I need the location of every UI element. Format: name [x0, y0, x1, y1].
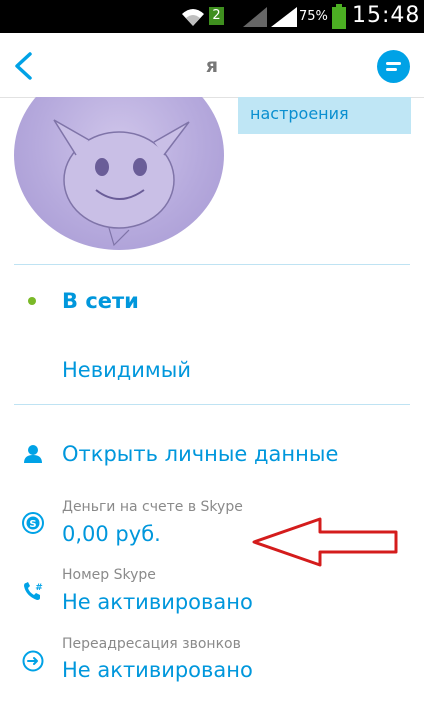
- clock: 15:48: [352, 3, 421, 28]
- divider: [14, 264, 410, 265]
- call-forwarding-icon: [22, 650, 44, 672]
- divider: [14, 404, 410, 405]
- credit-value[interactable]: 0,00 руб.: [62, 522, 161, 546]
- menu-button[interactable]: [377, 50, 410, 83]
- online-status-dot: [28, 297, 36, 305]
- battery-icon: [332, 4, 346, 29]
- battery-percent: 75%: [299, 9, 328, 24]
- person-icon: [24, 445, 42, 463]
- red-arrow-annotation: [252, 517, 398, 567]
- skype-credit-icon: S: [22, 512, 44, 534]
- svg-text:#: #: [35, 583, 43, 593]
- call-forwarding-value[interactable]: Не активировано: [62, 658, 253, 682]
- mood-text: настроения: [250, 104, 349, 123]
- signal-icon: [243, 7, 267, 27]
- status-bar: 2 75% 15:48: [0, 0, 424, 33]
- status-online-option[interactable]: В сети: [62, 289, 139, 313]
- mood-message[interactable]: настроения: [238, 97, 411, 134]
- svg-text:S: S: [29, 519, 36, 530]
- skype-number-label: Номер Skype: [62, 567, 156, 583]
- signal-strength-icon: [271, 7, 297, 27]
- status-invisible-option[interactable]: Невидимый: [62, 358, 191, 382]
- open-personal-data-link[interactable]: Открыть личные данные: [62, 442, 338, 466]
- credit-label: Деньги на счете в Skype: [62, 499, 243, 515]
- skype-number-value[interactable]: Не активировано: [62, 590, 253, 614]
- skype-number-icon: #: [24, 582, 43, 600]
- menu-icon-line: [386, 68, 397, 71]
- notification-badge: 2: [209, 7, 224, 25]
- call-forwarding-label: Переадресация звонков: [62, 636, 241, 652]
- app-header: я: [0, 33, 424, 98]
- page-title: я: [205, 55, 219, 77]
- menu-icon: [386, 62, 401, 65]
- wifi-icon: [182, 9, 204, 26]
